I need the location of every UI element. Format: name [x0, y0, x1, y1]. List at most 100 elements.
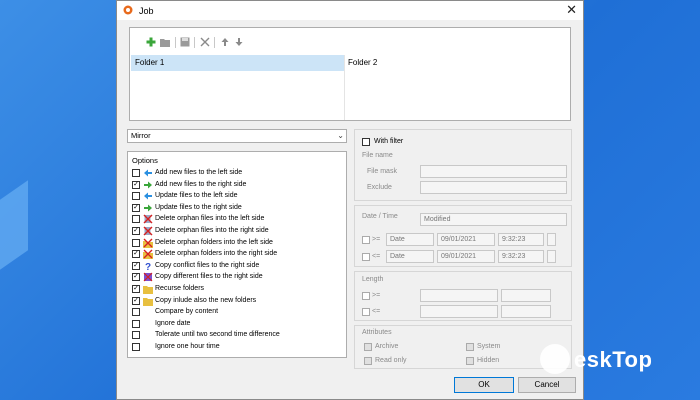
folder-1-cell[interactable]: Folder 1: [131, 55, 344, 71]
option-item[interactable]: ✓ Copy inlude also the new folders: [132, 296, 342, 307]
option-checkbox[interactable]: [132, 192, 140, 201]
option-item[interactable]: Ignore one hour time: [132, 342, 342, 353]
watermark-text: eskTop: [574, 347, 653, 372]
option-checkbox[interactable]: ✓: [132, 285, 140, 293]
folder-icon[interactable]: [160, 37, 170, 47]
date-le-checkbox[interactable]: [362, 253, 370, 261]
app-icon: [123, 5, 133, 15]
option-label: Delete orphan folders into the right sid…: [155, 250, 278, 258]
delete-folder-icon: [143, 238, 153, 248]
length-ge-checkbox[interactable]: [362, 292, 370, 300]
time-spinner-1[interactable]: [547, 233, 556, 246]
date-ge-checkbox[interactable]: [362, 236, 370, 244]
option-label: Ignore one hour time: [155, 343, 220, 350]
cancel-button[interactable]: Cancel: [518, 377, 576, 393]
option-item[interactable]: Delete orphan folders into the left side: [132, 238, 342, 249]
watermark-icon: [540, 344, 570, 374]
option-checkbox[interactable]: [132, 238, 140, 247]
length-ge-unit[interactable]: [501, 289, 551, 302]
folder-2-cell[interactable]: Folder 2: [344, 55, 570, 71]
read-only-label: Read only: [375, 357, 407, 364]
arrow-left-icon: [144, 192, 152, 200]
length-le-checkbox[interactable]: [362, 308, 370, 316]
sync-mode-select[interactable]: Mirror ⌄: [127, 129, 347, 143]
option-label: Update files to the left side: [155, 192, 238, 200]
delete-icon[interactable]: [200, 37, 210, 47]
save-icon[interactable]: [180, 37, 190, 47]
toolbar-separator: [175, 37, 176, 48]
options-title: Options: [132, 156, 158, 165]
arrow-down-icon[interactable]: [234, 37, 244, 47]
date-type-select[interactable]: Modified: [420, 213, 567, 226]
options-panel: Options Add new files to the left side ✓ A…: [127, 151, 347, 358]
date-input-1[interactable]: 09/01/2021: [437, 233, 495, 246]
option-checkbox[interactable]: ✓: [132, 203, 140, 212]
hidden-label: Hidden: [477, 357, 500, 364]
exclude-label: Exclude: [367, 184, 392, 191]
time-input-2[interactable]: 9:32:23: [498, 250, 544, 263]
option-item[interactable]: ✓ Delete orphan folders into the right si…: [132, 249, 342, 260]
length-le-input[interactable]: [420, 305, 498, 318]
option-label: Add new files to the right side: [155, 180, 247, 188]
option-checkbox[interactable]: [132, 215, 140, 224]
date-time-label: Date / Time: [362, 213, 398, 220]
option-checkbox[interactable]: [132, 343, 140, 351]
window-title: Job: [139, 6, 154, 16]
option-checkbox[interactable]: ✓: [132, 180, 140, 189]
delete-file-icon: [143, 226, 153, 236]
archive-checkbox[interactable]: [364, 343, 372, 351]
option-checkbox[interactable]: ✓: [132, 296, 140, 305]
option-checkbox[interactable]: [132, 308, 140, 317]
add-icon[interactable]: [146, 37, 156, 47]
option-checkbox[interactable]: [132, 331, 140, 340]
option-item[interactable]: Ignore date: [132, 319, 342, 330]
date-type-value: Modified: [424, 216, 451, 223]
length-ge-input[interactable]: [420, 289, 498, 302]
option-item[interactable]: ✓ Copy different files to the right side: [132, 272, 342, 283]
option-item[interactable]: Delete orphan files into the left side: [132, 214, 342, 225]
option-label: Update files to the right side: [155, 203, 242, 211]
option-item[interactable]: Tolerate until two second time differenc…: [132, 330, 342, 341]
exclude-input[interactable]: [420, 181, 567, 194]
arrow-up-icon[interactable]: [220, 37, 230, 47]
chevron-down-icon: ⌄: [337, 131, 344, 140]
column-divider: [344, 55, 345, 120]
system-checkbox[interactable]: [466, 343, 474, 351]
length-le-unit[interactable]: [501, 305, 551, 318]
date-mode-select-2[interactable]: Date: [386, 250, 434, 263]
close-icon[interactable]: ✕: [566, 3, 577, 17]
date-input-2[interactable]: 09/01/2021: [437, 250, 495, 263]
time-spinner-2[interactable]: [547, 250, 556, 263]
option-checkbox[interactable]: ✓: [132, 273, 140, 282]
question-icon: ?: [145, 262, 151, 271]
option-checkbox[interactable]: ✓: [132, 227, 140, 235]
folder-icon: [143, 286, 153, 294]
option-label: Delete orphan files into the right side: [155, 227, 269, 234]
option-checkbox[interactable]: ✓: [132, 261, 140, 270]
option-item[interactable]: Update files to the left side: [132, 191, 342, 202]
date-le-label: <=: [372, 253, 381, 260]
file-mask-input[interactable]: [420, 165, 567, 178]
option-label: Ignore date: [155, 319, 191, 327]
ok-button[interactable]: OK: [454, 377, 514, 393]
sync-mode-value: Mirror: [131, 131, 151, 140]
with-filter-checkbox[interactable]: [362, 138, 370, 146]
date-mode-select-1[interactable]: Date: [386, 233, 434, 246]
option-checkbox[interactable]: ✓: [132, 250, 140, 259]
read-only-checkbox[interactable]: [364, 357, 372, 365]
option-item[interactable]: ✓ Add new files to the right side: [132, 180, 342, 191]
background-shape: [0, 180, 28, 270]
time-input-1[interactable]: 9:32:23: [498, 233, 544, 246]
option-checkbox[interactable]: [132, 319, 140, 328]
hidden-checkbox[interactable]: [466, 357, 474, 365]
option-item[interactable]: Add new files to the left side: [132, 168, 342, 179]
option-checkbox[interactable]: [132, 169, 140, 177]
option-item[interactable]: ✓ Recurse folders: [132, 284, 342, 295]
file-mask-label: File mask: [367, 168, 397, 175]
length-label: Length: [362, 276, 384, 283]
option-item[interactable]: ✓ Delete orphan files into the right side: [132, 226, 342, 237]
system-label: System: [477, 343, 501, 350]
option-item[interactable]: ✓? Copy conflict files to the right side: [132, 261, 342, 272]
option-item[interactable]: ✓ Update files to the right side: [132, 203, 342, 214]
option-item[interactable]: Compare by content: [132, 307, 342, 318]
